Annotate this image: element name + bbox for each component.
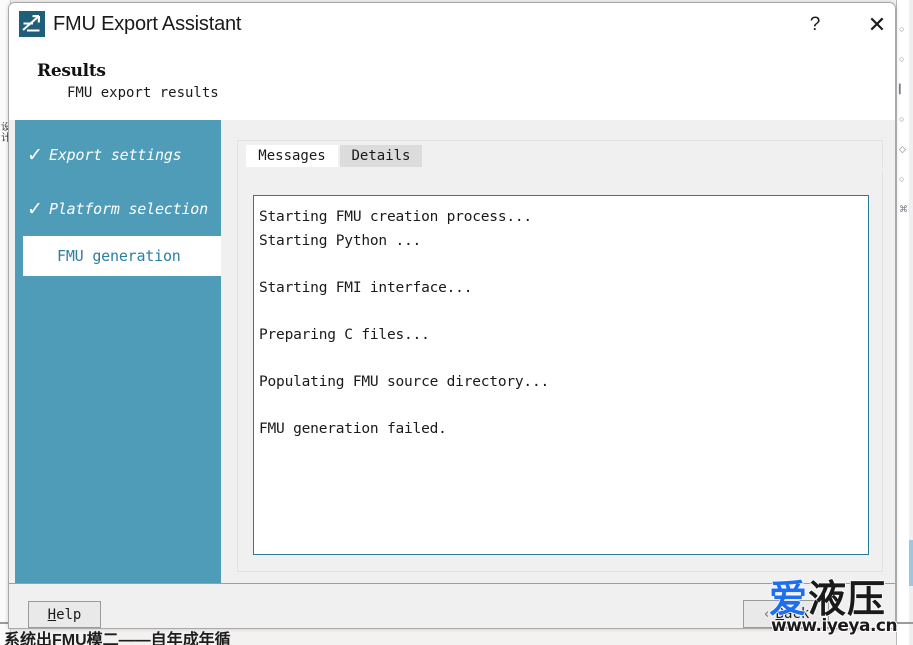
log-line: Populating FMU source directory...	[259, 374, 550, 391]
header-band: Results FMU export results	[9, 47, 895, 121]
screenshot-root: 设 计 ○ ○ ▎ ○ ◇ ○ ⌘ 系统出FMU模二——自年成年循 FMU Ex…	[0, 0, 913, 645]
sidebar-top-spacer	[15, 120, 221, 128]
footer-bar: Help ‹ Back	[9, 583, 895, 628]
sidebar-item-label: Platform selection	[49, 200, 208, 218]
tab-underfill	[238, 167, 884, 171]
back-button-label: Back	[776, 606, 810, 622]
sidebar-item-export-settings[interactable]: ✓ Export settings	[15, 128, 221, 182]
log-line-blank	[259, 348, 868, 372]
log-line-blank	[259, 253, 868, 277]
sidebar-item-platform-selection[interactable]: ✓ Platform selection	[15, 182, 221, 236]
page-title: Results	[37, 61, 106, 81]
sidebar-item-label: FMU generation	[57, 247, 181, 265]
help-button-label: Help	[48, 607, 82, 623]
chevron-left-icon: ‹	[762, 606, 771, 622]
check-icon: ✓	[27, 198, 43, 220]
log-line-blank	[259, 395, 868, 419]
tab-messages[interactable]: Messages	[246, 145, 338, 167]
check-icon: ✓	[27, 144, 43, 166]
help-suffix: elp	[56, 606, 82, 623]
window-title: FMU Export Assistant	[53, 13, 242, 35]
help-button[interactable]: Help	[28, 601, 101, 628]
fmu-app-icon	[19, 11, 45, 37]
log-line: Starting Python ...	[259, 232, 422, 249]
log-line: Starting FMU creation process...	[259, 209, 532, 225]
tab-details[interactable]: Details	[340, 145, 422, 167]
sidebar-item-fmu-generation[interactable]: FMU generation	[23, 236, 221, 276]
help-mnemonic: H	[47, 606, 57, 623]
log-line: Preparing C files...	[259, 326, 430, 343]
tab-strip: Messages Details	[238, 141, 884, 167]
title-bar: FMU Export Assistant ? ✕	[9, 3, 895, 47]
back-mnemonic: B	[775, 606, 784, 622]
wizard-sidebar: ✓ Export settings ✓ Platform selection F…	[15, 120, 221, 583]
log-line: FMU generation failed.	[259, 421, 447, 438]
log-line-blank	[259, 300, 868, 324]
page-subtitle: FMU export results	[67, 85, 219, 101]
log-line: Starting FMI interface...	[259, 279, 473, 296]
body-region: ✓ Export settings ✓ Platform selection F…	[9, 120, 895, 583]
background-scrollbar-track[interactable]	[909, 0, 913, 645]
background-right-panel: ○ ○ ▎ ○ ◇ ○ ⌘	[896, 0, 913, 645]
messages-log[interactable]: Starting FMU creation process... Startin…	[253, 195, 869, 555]
close-icon[interactable]: ✕	[857, 9, 895, 41]
background-scrollbar-thumb[interactable]	[909, 540, 913, 586]
help-icon[interactable]: ?	[795, 9, 835, 41]
results-panel: Messages Details Starting FMU creation p…	[237, 140, 884, 572]
back-suffix: ack	[783, 606, 810, 622]
fmu-export-assistant-dialog: FMU Export Assistant ? ✕ Results FMU exp…	[8, 2, 896, 629]
sidebar-item-label: Export settings	[49, 146, 182, 164]
back-button[interactable]: ‹ Back	[743, 600, 829, 628]
